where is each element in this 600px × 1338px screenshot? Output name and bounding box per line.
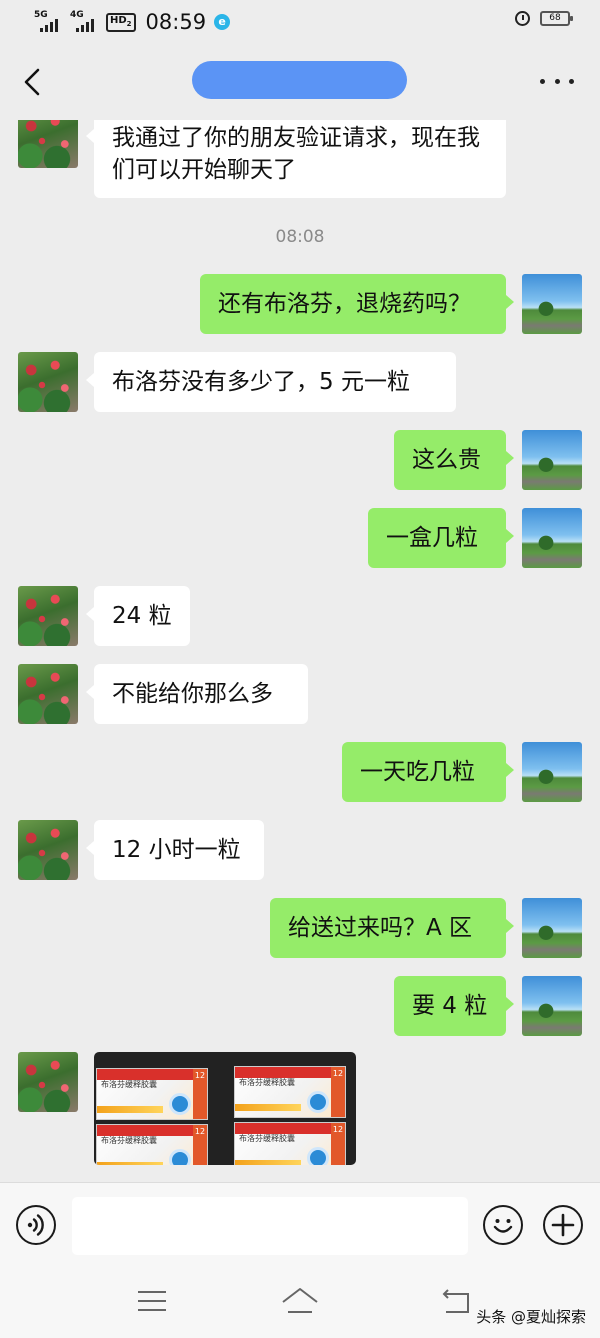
contact-avatar[interactable] — [18, 120, 78, 168]
medicine-box-image: 布洛芬缓释胶囊 12 — [234, 1066, 346, 1118]
message-text: 要 4 粒 — [412, 993, 488, 1019]
message-text: 12 小时一粒 — [112, 837, 241, 863]
chat-header — [0, 44, 600, 120]
message-bubble-sent[interactable]: 还有布洛芬，退烧药吗？ — [200, 274, 514, 334]
message-bubble-received[interactable]: 我通过了你的朋友验证请求，现在我们可以开始聊天了 — [86, 120, 506, 198]
input-bar — [0, 1182, 600, 1268]
more-dots-icon — [540, 78, 545, 84]
message-bubble-received[interactable]: 布洛芬没有多少了，5 元一粒 — [86, 352, 456, 412]
alarm-icon — [515, 11, 530, 26]
chat-messages[interactable]: 我通过了你的朋友验证请求，现在我们可以开始聊天了 08:08 还有布洛芬，退烧药… — [0, 120, 600, 1182]
menu-icon — [138, 1291, 166, 1311]
message-text: 还有布洛芬，退烧药吗？ — [218, 291, 471, 317]
message-text: 一天吃几粒 — [360, 759, 475, 785]
battery-icon: 68 — [540, 11, 573, 26]
network-4g-icon: 4G — [70, 10, 98, 32]
my-avatar[interactable] — [522, 430, 582, 490]
contact-avatar[interactable] — [18, 352, 78, 412]
message-timestamp: 08:08 — [275, 227, 325, 247]
back-icon — [442, 1289, 469, 1313]
message-text: 24 粒 — [112, 603, 172, 629]
more-functions-button[interactable] — [543, 1205, 583, 1245]
home-button[interactable] — [280, 1286, 320, 1320]
message-text: 给送过来吗？A 区 — [288, 915, 473, 941]
message-bubble-sent[interactable]: 给送过来吗？A 区 — [270, 898, 514, 958]
message-text: 这么贵 — [412, 447, 481, 473]
message-bubble-received[interactable]: 24 粒 — [86, 586, 190, 646]
hd-voice-icon: HD2 — [106, 12, 136, 32]
contact-avatar[interactable] — [18, 1052, 78, 1112]
message-bubble-sent[interactable]: 一天吃几粒 — [342, 742, 514, 802]
my-avatar[interactable] — [522, 898, 582, 958]
my-avatar[interactable] — [522, 976, 582, 1036]
message-text: 我通过了你的朋友验证请求，现在我们可以开始聊天了 — [112, 125, 480, 183]
message-bubble-sent[interactable]: 一盒几粒 — [368, 508, 514, 568]
system-navigation-bar: 头条 @夏灿探索 — [0, 1268, 600, 1338]
message-text: 一盒几粒 — [386, 525, 478, 551]
message-bubble-received[interactable]: 不能给你那么多 — [86, 664, 308, 724]
my-avatar[interactable] — [522, 742, 582, 802]
contact-avatar[interactable] — [18, 820, 78, 880]
watermark-text: 头条 @夏灿探索 — [476, 1308, 586, 1326]
emoji-icon — [493, 1219, 513, 1233]
system-back-button[interactable] — [438, 1286, 478, 1320]
my-avatar[interactable] — [522, 508, 582, 568]
home-icon — [282, 1288, 318, 1313]
status-time: 08:59 — [145, 10, 207, 34]
back-button[interactable] — [18, 64, 48, 100]
app-notification-icon: e — [214, 14, 231, 30]
chevron-left-icon — [24, 68, 40, 96]
contact-avatar[interactable] — [18, 664, 78, 724]
image-message[interactable]: 布洛芬缓释胶囊 12 布洛芬缓释胶囊 12 布洛芬缓释胶囊 12 布洛芬缓释胶囊 12 — [94, 1052, 356, 1165]
my-avatar[interactable] — [522, 274, 582, 334]
menu-button[interactable] — [132, 1286, 172, 1320]
message-text: 不能给你那么多 — [112, 681, 273, 707]
battery-level: 68 — [549, 13, 561, 23]
contact-avatar[interactable] — [18, 586, 78, 646]
status-bar: 5G 4G HD2 08:59 e 68 — [0, 0, 600, 44]
voice-icon — [27, 1214, 44, 1236]
message-bubble-sent[interactable]: 这么贵 — [394, 430, 514, 490]
message-input[interactable] — [72, 1197, 468, 1255]
voice-input-button[interactable] — [16, 1205, 56, 1245]
medicine-box-image: 布洛芬缓释胶囊 12 — [96, 1068, 208, 1120]
message-bubble-received[interactable]: 12 小时一粒 — [86, 820, 264, 880]
more-options-button[interactable] — [540, 66, 574, 96]
message-bubble-sent[interactable]: 要 4 粒 — [394, 976, 514, 1036]
emoji-button[interactable] — [483, 1205, 523, 1245]
plus-icon — [551, 1213, 575, 1237]
message-text: 布洛芬没有多少了，5 元一粒 — [112, 369, 410, 395]
contact-name-redacted[interactable] — [192, 61, 407, 99]
network-5g-icon: 5G — [34, 10, 62, 32]
medicine-box-image: 布洛芬缓释胶囊 12 — [96, 1124, 208, 1165]
medicine-box-image: 布洛芬缓释胶囊 12 — [234, 1122, 346, 1165]
